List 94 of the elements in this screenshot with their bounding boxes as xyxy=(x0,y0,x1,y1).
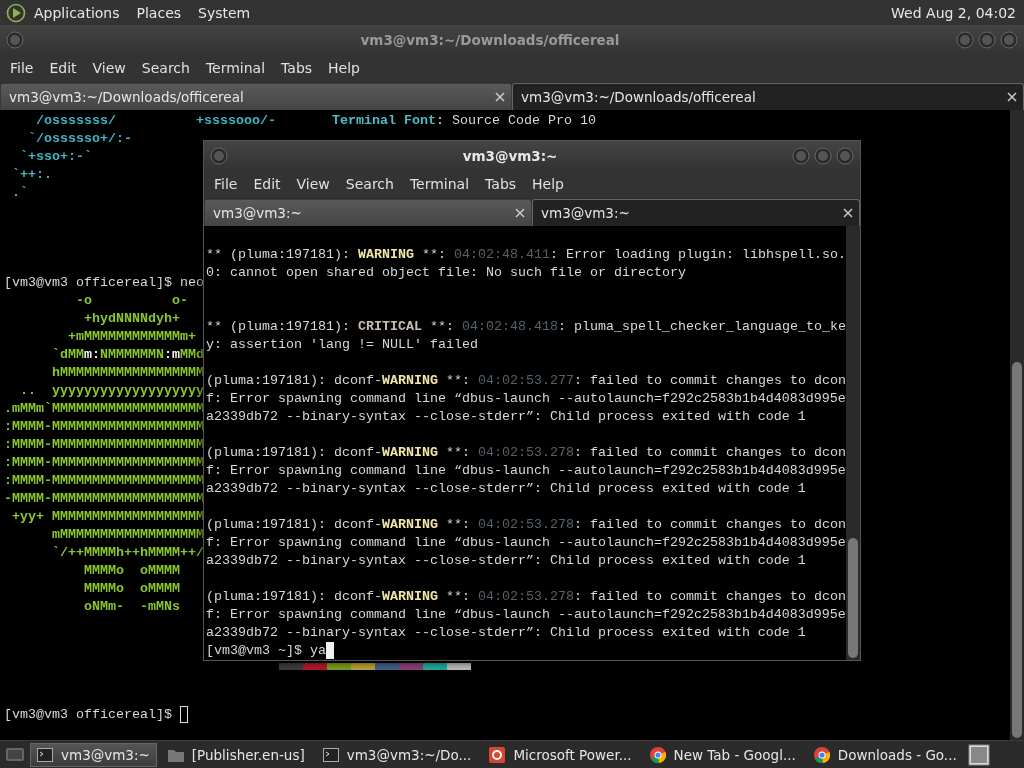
output-line: a2339db72 --binary-syntax --close-stderr”: Child process exited with code 1 xyxy=(206,408,806,426)
terminal-icon xyxy=(37,747,53,762)
menu-item[interactable]: Edit xyxy=(245,176,289,192)
menu-item[interactable]: File xyxy=(2,60,42,76)
taskbar-button[interactable]: New Tab - Googl... xyxy=(642,742,803,767)
minimize-button[interactable] xyxy=(792,146,810,165)
minimize-button[interactable] xyxy=(956,30,974,49)
scrollbar[interactable] xyxy=(1010,110,1024,740)
output-line: :MMMM-MMMMMMMMMMMMMMMMMMM xyxy=(4,418,204,436)
menu-item[interactable]: View xyxy=(288,176,338,192)
output-line: mMMMMMMMMMMMMMMMMMM xyxy=(51,526,204,544)
output-line: f: Error spawning command line “dbus-launch --autolaunch=f292c2583b1b4d4083d995e xyxy=(206,390,846,408)
taskbar-button[interactable]: vm3@vm3:~/Do... xyxy=(315,742,479,767)
output-line: (pluma:197181): dconf-WARNING **: 04:02:53.277: failed to commit changes to dcon xyxy=(206,372,846,390)
taskbar-button[interactable]: [Publisher.en-us] xyxy=(160,742,312,767)
terminal-icon xyxy=(322,747,339,762)
taskbar-button[interactable]: Microsoft Power... xyxy=(482,742,639,767)
clock[interactable]: Wed Aug 2, 04:02 xyxy=(891,4,1018,21)
panel-menu[interactable]: Applications xyxy=(26,4,129,21)
menu-item[interactable]: Tabs xyxy=(273,60,321,76)
output-line: :MMMM-MMMMMMMMMMMMMMMMMMM xyxy=(4,472,204,490)
menu-item[interactable]: View xyxy=(84,60,134,76)
folder-icon xyxy=(167,747,184,762)
window-title: vm3@vm3:~/Downloads/officereal xyxy=(359,31,621,48)
output-line: /osssssss/ +ssssooo/- Terminal Font: Source Code Pro 10 xyxy=(35,112,596,130)
output-line: ** (pluma:197181): CRITICAL **: 04:02:48.418: pluma_spell_checker_language_to_ke xyxy=(206,318,846,336)
output-line: MMMMo oMMMM xyxy=(82,580,180,598)
menu-item[interactable]: Help xyxy=(320,60,368,76)
output-line: `++:. xyxy=(11,166,52,184)
menu-item[interactable]: Edit xyxy=(41,60,85,76)
output-line: +yy+ MMMMMMMMMMMMMMMMMMM xyxy=(11,508,204,526)
output-line: :MMMM-MMMMMMMMMMMMMMMMMMM xyxy=(4,436,204,454)
close-icon[interactable] xyxy=(495,92,505,102)
output-line: `/ossssso+/:- xyxy=(27,130,132,148)
output-line: [vm3@vm3 officereal]$ xyxy=(4,706,173,724)
tab[interactable]: vm3@vm3:~/Downloads/officereal xyxy=(512,83,1024,110)
browser-icon xyxy=(813,746,830,763)
panel-menu[interactable]: System xyxy=(190,4,260,21)
window-title: vm3@vm3:~ xyxy=(461,147,559,164)
output-line: hMMMMMMMMMMMMMMMMMM xyxy=(51,364,204,382)
output-line: `/++MMMMh++hMMMM++/ xyxy=(51,544,204,562)
browser-icon xyxy=(649,746,666,763)
output-line: a2339db72 --binary-syntax --close-stderr”: Child process exited with code 1 xyxy=(206,480,806,498)
output-line: oNMm- -mMNs xyxy=(82,598,180,616)
output-line: [vm3@vm3 ~]$ ya xyxy=(206,642,326,660)
output-line: y: assertion 'lang != NULL' failed xyxy=(206,336,478,354)
menu-item[interactable]: Tabs xyxy=(477,176,525,192)
menu-item[interactable]: File xyxy=(206,176,246,192)
close-icon[interactable] xyxy=(1007,92,1017,102)
output-line: 0: cannot open shared object file: No such file or directory xyxy=(206,264,686,282)
output-line: -MMMM-MMMMMMMMMMMMMMMMMMM xyxy=(4,490,204,508)
logo-icon[interactable] xyxy=(6,2,26,23)
tab[interactable]: vm3@vm3:~ xyxy=(532,199,860,226)
output-line: -o o- xyxy=(74,292,188,310)
menu-item[interactable]: Terminal xyxy=(401,176,478,192)
output-line: f: Error spawning command line “dbus-launch --autolaunch=f292c2583b1b4d4083d995e xyxy=(206,534,846,552)
output-line: a2339db72 --binary-syntax --close-stderr”: Child process exited with code 1 xyxy=(206,552,806,570)
output-line: .` xyxy=(11,184,28,202)
output-line: .. yyyyyyyyyyyyyyyyyyy xyxy=(19,382,204,400)
output-line: +mMMMMMMMMMMMMm+ xyxy=(67,328,196,346)
taskbar-button[interactable]: Downloads - Go... xyxy=(806,742,964,767)
menu-item[interactable]: Search xyxy=(337,176,402,192)
output-line: a2339db72 --binary-syntax --close-stderr”: Child process exited with code 1 xyxy=(206,624,806,642)
window-menu-button[interactable] xyxy=(210,146,228,165)
output-line: .mMMm`MMMMMMMMMMMMMMMMMMM xyxy=(4,400,204,418)
close-icon[interactable] xyxy=(843,208,853,218)
window-menu-button[interactable] xyxy=(6,30,24,49)
tab[interactable]: vm3@vm3:~/Downloads/officereal xyxy=(0,83,512,110)
maximize-button[interactable] xyxy=(814,146,832,165)
maximize-button[interactable] xyxy=(978,30,996,49)
presentation-icon xyxy=(489,746,506,763)
close-button[interactable] xyxy=(836,146,854,165)
output-line: f: Error spawning command line “dbus-launch --autolaunch=f292c2583b1b4d4083d995e xyxy=(206,462,846,480)
workspace-icon[interactable] xyxy=(967,743,990,766)
menu-item[interactable]: Help xyxy=(524,176,572,192)
output-line: +hydNNNNdyh+ xyxy=(82,310,180,328)
taskbar-button[interactable]: vm3@vm3:~ xyxy=(30,742,157,767)
tab[interactable]: vm3@vm3:~ xyxy=(204,199,532,226)
output-line: `dMMm:NMMMMMMN:mMMd xyxy=(51,346,204,364)
output-line: (pluma:197181): dconf-WARNING **: 04:02:53.278: failed to commit changes to dcon xyxy=(206,444,846,462)
output-line: `+sso+:-` xyxy=(19,148,92,166)
scrollbar[interactable] xyxy=(846,226,860,660)
output-line: f: Error spawning command line “dbus-launch --autolaunch=f292c2583b1b4d4083d995e xyxy=(206,606,846,624)
output-line: (pluma:197181): dconf-WARNING **: 04:02:53.278: failed to commit changes to dcon xyxy=(206,588,846,606)
output-line: MMMMo oMMMM xyxy=(82,562,180,580)
close-icon[interactable] xyxy=(515,208,525,218)
close-button[interactable] xyxy=(1000,30,1018,49)
output-line: :MMMM-MMMMMMMMMMMMMMMMMMM xyxy=(4,454,204,472)
menu-item[interactable]: Search xyxy=(133,60,198,76)
menu-item[interactable]: Terminal xyxy=(197,60,274,76)
output-line: ** (pluma:197181): WARNING **: 04:02:48.411: Error loading plugin: libhspell.so. xyxy=(206,246,846,264)
output-line: (pluma:197181): dconf-WARNING **: 04:02:53.278: failed to commit changes to dcon xyxy=(206,516,846,534)
output-line: [vm3@vm3 officereal]$ neo xyxy=(4,274,204,292)
panel-menu[interactable]: Places xyxy=(128,4,191,21)
